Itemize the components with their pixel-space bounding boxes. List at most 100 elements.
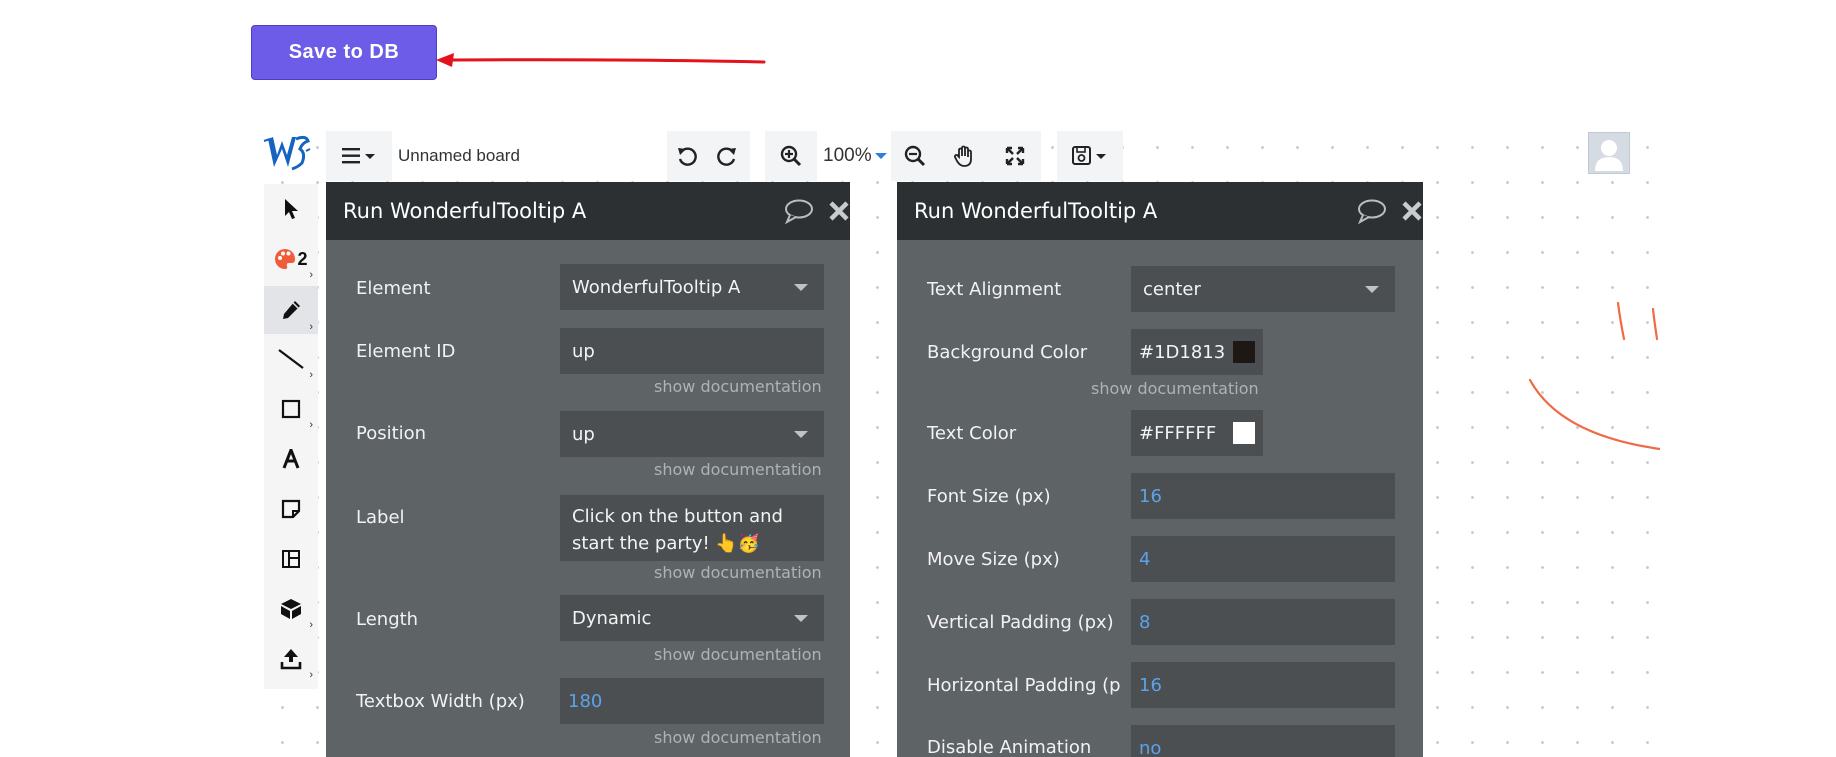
toolbar-save xyxy=(1057,131,1123,181)
field-label-element: Element xyxy=(356,278,431,299)
show-documentation-link[interactable]: show documentation xyxy=(654,377,822,396)
shape-tool[interactable]: › xyxy=(264,386,318,432)
submenu-chevron-icon: › xyxy=(309,269,313,281)
save-menu-button[interactable] xyxy=(1057,131,1123,181)
sticky-note-tool[interactable] xyxy=(264,486,318,532)
save-to-db-button[interactable]: Save to DB xyxy=(251,25,437,80)
pan-button[interactable] xyxy=(939,131,989,181)
show-documentation-link[interactable]: show documentation xyxy=(1091,379,1259,398)
vertical-padding-input[interactable]: 8 xyxy=(1131,599,1395,645)
undo-icon xyxy=(678,147,697,166)
properties-panel-right: Run WonderfulTooltip A Text Alignment ce… xyxy=(897,182,1423,757)
submenu-chevron-icon: › xyxy=(309,419,313,431)
field-label-text-color: Text Color xyxy=(927,423,1017,444)
element-value: WonderfulTooltip A xyxy=(572,276,741,298)
text-color-swatch xyxy=(1233,422,1255,444)
text-alignment-select[interactable]: center xyxy=(1131,266,1395,312)
floppy-disk-icon xyxy=(1072,146,1106,165)
close-icon[interactable] xyxy=(1401,200,1423,222)
length-select[interactable]: Dynamic xyxy=(560,595,824,641)
show-documentation-link[interactable]: show documentation xyxy=(654,460,822,479)
zoom-out-icon xyxy=(904,145,926,167)
show-documentation-link[interactable]: show documentation xyxy=(654,728,822,747)
submenu-chevron-icon: › xyxy=(309,321,313,333)
board-name-field[interactable]: Unnamed board xyxy=(392,131,667,181)
field-label-element-id: Element ID xyxy=(356,341,456,362)
font-size-input[interactable]: 16 xyxy=(1131,473,1395,519)
user-avatar[interactable] xyxy=(1588,132,1630,174)
properties-panel-left: Run WonderfulTooltip A Element Wonderful… xyxy=(326,182,850,757)
components-tool[interactable]: › xyxy=(264,586,318,632)
menu-button[interactable] xyxy=(326,131,392,181)
undo-button[interactable] xyxy=(667,131,707,181)
panel-header: Run WonderfulTooltip A xyxy=(326,182,850,240)
freehand-drawing xyxy=(1528,301,1660,451)
pen-tool[interactable]: › xyxy=(264,286,318,334)
disable-animation-select[interactable]: no xyxy=(1131,725,1395,757)
upload-tool[interactable]: › xyxy=(264,636,318,682)
expand-icon xyxy=(1005,146,1025,166)
redo-icon xyxy=(717,147,736,166)
move-size-input[interactable]: 4 xyxy=(1131,536,1395,582)
rectangle-icon xyxy=(281,399,301,419)
horizontal-padding-input[interactable]: 16 xyxy=(1131,662,1395,708)
text-color-value: #FFFFFF xyxy=(1139,422,1217,444)
line-icon xyxy=(278,349,304,369)
field-label-length: Length xyxy=(356,609,419,630)
field-label-move-size: Move Size (px) xyxy=(927,549,1060,570)
dropdown-caret-icon xyxy=(794,431,808,438)
submenu-chevron-icon: › xyxy=(309,669,313,681)
app-logo[interactable] xyxy=(262,131,312,175)
pencil-icon xyxy=(283,301,300,319)
comment-icon[interactable] xyxy=(1357,198,1387,224)
text-alignment-value: center xyxy=(1143,278,1201,300)
template-tool[interactable] xyxy=(264,536,318,582)
line-tool[interactable]: › xyxy=(264,336,318,382)
field-label-vertical-padding: Vertical Padding (px) xyxy=(927,612,1114,633)
color-tool[interactable]: 2 › xyxy=(264,236,318,282)
close-icon[interactable] xyxy=(828,200,850,222)
element-select[interactable]: WonderfulTooltip A xyxy=(560,264,824,310)
field-label-font-size: Font Size (px) xyxy=(927,486,1051,507)
field-label-text-alignment: Text Alignment xyxy=(927,279,1062,300)
field-label-position: Position xyxy=(356,423,427,444)
text-tool[interactable] xyxy=(264,436,318,482)
textbox-width-input[interactable]: 180 xyxy=(560,678,824,724)
field-label-horizontal-padding: Horizontal Padding (p xyxy=(927,675,1121,696)
zoom-level-select[interactable]: 100% xyxy=(817,131,891,181)
panel-title: Run WonderfulTooltip A xyxy=(343,199,587,223)
length-value: Dynamic xyxy=(572,607,652,629)
user-icon xyxy=(1595,140,1623,171)
fit-screen-button[interactable] xyxy=(989,131,1041,181)
element-id-input[interactable]: up xyxy=(560,328,824,374)
palette-count: 2 xyxy=(297,248,308,269)
show-documentation-link[interactable]: show documentation xyxy=(654,563,822,582)
show-documentation-link[interactable]: show documentation xyxy=(654,645,822,664)
field-label-disable-animation: Disable Animation xyxy=(927,737,1092,757)
menu-icon xyxy=(342,148,375,164)
background-color-swatch xyxy=(1233,341,1255,363)
background-color-value: #1D1813 xyxy=(1139,341,1226,363)
zoom-in-icon xyxy=(780,145,802,167)
field-label-background-color: Background Color xyxy=(927,342,1088,363)
background-color-picker[interactable]: #1D1813 xyxy=(1131,329,1263,375)
sticky-note-icon xyxy=(281,499,301,519)
upload-icon xyxy=(280,649,302,670)
zoom-out-button[interactable] xyxy=(891,131,939,181)
pointer-icon xyxy=(285,199,298,219)
redo-button[interactable] xyxy=(707,131,747,181)
toolbar-zoom: 100% xyxy=(765,131,1041,181)
text-icon xyxy=(282,449,300,469)
comment-icon[interactable] xyxy=(784,198,814,224)
zoom-in-button[interactable] xyxy=(765,131,817,181)
tool-rail: 2 › › › › › › xyxy=(264,184,318,689)
submenu-chevron-icon: › xyxy=(309,369,313,381)
label-textarea[interactable]: Click on the button and start the party!… xyxy=(560,495,824,561)
select-tool[interactable] xyxy=(264,186,318,232)
dropdown-caret-icon xyxy=(794,615,808,622)
position-select[interactable]: up xyxy=(560,411,824,457)
layout-icon xyxy=(282,550,300,568)
text-color-picker[interactable]: #FFFFFF xyxy=(1131,410,1263,456)
field-label-textbox-width: Textbox Width (px) xyxy=(356,691,525,712)
palette-icon xyxy=(275,249,296,269)
